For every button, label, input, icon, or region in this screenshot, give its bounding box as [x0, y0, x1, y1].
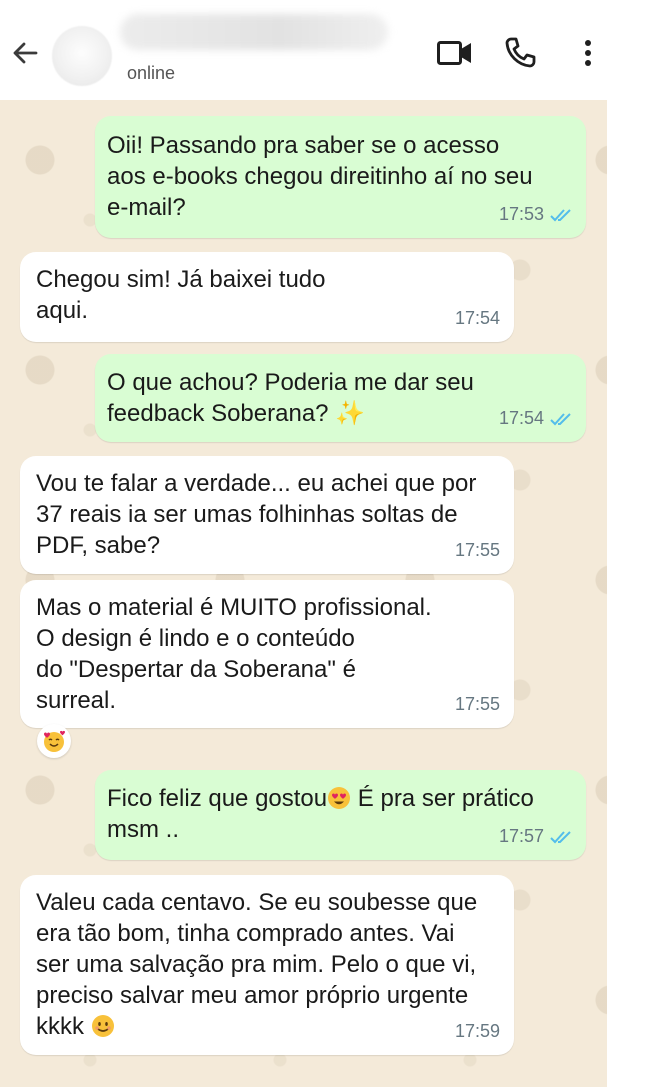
smiling-face-emoji-icon — [91, 1015, 114, 1037]
chat-header: online — [0, 0, 607, 100]
message-time: 17:55 — [454, 540, 500, 560]
message-meta: 17:55 — [455, 535, 500, 566]
message-text-body: O que achou? Poderia me dar seu feedback… — [107, 369, 474, 427]
message-text: Mas o material é MUITO profissional. O d… — [36, 594, 432, 714]
smiling-face-with-hearts-icon — [44, 730, 65, 752]
message-time: 17:55 — [454, 694, 500, 714]
message-time: 17:54 — [454, 308, 500, 328]
message-incoming[interactable]: Vou te falar a verdade... eu achei que p… — [20, 456, 514, 574]
read-ticks-icon — [550, 208, 571, 221]
contact-name-redacted[interactable] — [120, 14, 388, 50]
read-ticks-icon — [550, 830, 571, 843]
phone-icon[interactable] — [503, 36, 537, 70]
message-meta: 17:54 — [499, 403, 572, 434]
message-meta: 17:54 — [455, 303, 500, 334]
avatar[interactable] — [52, 26, 112, 86]
message-meta: 17:57 — [499, 821, 572, 852]
message-incoming[interactable]: Chegou sim! Já baixei tudo aqui. 17:54 — [20, 252, 514, 342]
message-meta: 17:59 — [455, 1016, 500, 1047]
sparkles-emoji: ✨ — [335, 400, 366, 427]
message-time: 17:54 — [498, 408, 544, 428]
arrow-left-icon[interactable] — [8, 36, 42, 70]
message-incoming[interactable]: Mas o material é MUITO profissional. O d… — [20, 580, 514, 728]
message-outgoing[interactable]: Oii! Passando pra saber se o acesso aos … — [95, 116, 586, 238]
message-reaction[interactable] — [37, 724, 71, 758]
message-time: 17:57 — [498, 826, 544, 846]
message-outgoing[interactable]: O que achou? Poderia me dar seu feedback… — [95, 354, 586, 442]
message-text: Vou te falar a verdade... eu achei que p… — [36, 470, 477, 559]
read-ticks-icon — [550, 412, 571, 425]
message-text: Valeu cada centavo. Se eu soubesse que e… — [36, 887, 498, 1042]
message-meta: 17:55 — [455, 689, 500, 720]
message-text-part: Fico feliz que gostou — [107, 785, 328, 812]
message-meta: 17:53 — [499, 199, 572, 230]
contact-status: online — [127, 63, 176, 83]
page-margin — [607, 0, 649, 1087]
more-vertical-icon[interactable] — [580, 38, 596, 70]
message-incoming[interactable]: Valeu cada centavo. Se eu soubesse que e… — [20, 875, 514, 1055]
message-text: Chegou sim! Já baixei tudo aqui. — [36, 266, 326, 324]
video-camera-icon[interactable] — [436, 38, 474, 68]
message-time: 17:53 — [498, 204, 544, 224]
message-time: 17:59 — [454, 1021, 500, 1041]
message-outgoing[interactable]: Fico feliz que gostou É pra ser prático … — [95, 770, 586, 860]
heart-eyes-emoji-icon — [328, 787, 351, 809]
